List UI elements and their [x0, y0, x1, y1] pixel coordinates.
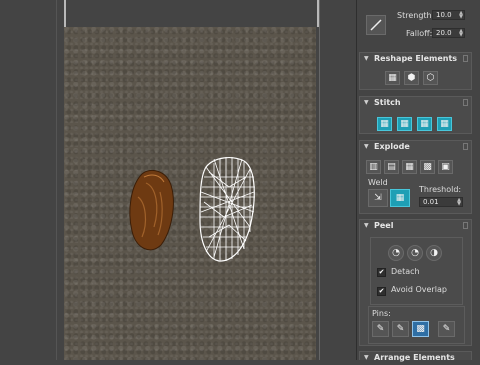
collapse-triangle-icon: ▼ [364, 55, 369, 62]
explode-header[interactable]: ▼ Explode [360, 141, 471, 154]
uv-island-selected[interactable] [199, 157, 255, 262]
relax-until-flat-button[interactable]: ⬢ [404, 71, 419, 85]
stitch-icon: ▦ [420, 119, 429, 129]
flatten-icon: ▤ [387, 162, 396, 172]
arrange-elements-title: Arrange Elements [374, 353, 455, 362]
relax-button[interactable]: ⬡ [423, 71, 438, 85]
peel-header[interactable]: ▼ Peel [360, 220, 471, 233]
command-panel-border [356, 0, 357, 360]
stitch-icon: ▦ [380, 119, 389, 129]
pin-icon: ✎ [442, 324, 451, 334]
stitch-rollout: ▼ Stitch ▦ ▦ ▦ ▦ [359, 96, 472, 134]
rollout-pin-icon [463, 143, 468, 150]
weld-icon: ⇲ [374, 193, 382, 203]
spinner-arrows-icon[interactable]: ▲ ▼ [459, 11, 463, 20]
quick-peel-button[interactable]: ◔ [388, 245, 404, 261]
weld-label: Weld [368, 178, 388, 187]
peel-icon: ◑ [430, 248, 438, 258]
pins-label: Pins: [372, 309, 391, 318]
select-pins-button[interactable]: ✎ [438, 321, 455, 337]
arrange-elements-header[interactable]: ▼ Arrange Elements [360, 352, 471, 365]
auto-pin-moved-button[interactable]: ▩ [412, 321, 429, 337]
falloff-spinner[interactable]: 20.0 ▲ ▼ [432, 28, 465, 38]
reshape-elements-rollout: ▼ Reshape Elements ▦ ⬢ ⬡ [359, 52, 472, 90]
grid-icon: ▦ [388, 73, 397, 83]
strength-value: 10.0 [436, 11, 452, 19]
pin-grid-icon: ▩ [416, 324, 425, 334]
stitch-to-target-button[interactable]: ▦ [377, 117, 392, 131]
reshape-elements-header[interactable]: ▼ Reshape Elements [360, 53, 471, 66]
peel-icon: ◔ [392, 248, 400, 258]
spinner-arrows-icon[interactable]: ▲ ▼ [457, 198, 461, 207]
peel-icon: ◔ [411, 248, 419, 258]
pin-icon: ✎ [396, 324, 405, 334]
flatten-by-material-id-button[interactable]: ▩ [420, 160, 435, 174]
cube-icon: ⬡ [426, 73, 435, 83]
peel-rollout: ▼ Peel ◔ ◔ ◑ ✔ Detach ✔ Avoid Overlap Pin… [359, 219, 472, 346]
avoid-overlap-label: Avoid Overlap [391, 285, 447, 294]
weld-all-selected-button[interactable]: ▦ [390, 189, 410, 207]
pin-selected-button[interactable]: ✎ [372, 321, 389, 337]
collapse-triangle-icon: ▼ [364, 222, 369, 229]
weld-selected-button[interactable]: ⇲ [368, 189, 388, 207]
pin-icon: ✎ [376, 324, 385, 334]
rollout-pin-icon [463, 222, 468, 229]
cube-icon: ⬢ [407, 73, 416, 83]
viewport-divider-right [319, 0, 320, 360]
detach-checkbox[interactable]: ✔ [377, 268, 386, 277]
flatten-by-polygon-angle-button[interactable]: ▤ [384, 160, 399, 174]
strength-label: Strength: [397, 11, 435, 20]
stitch-icon: ▦ [400, 119, 409, 129]
uv-islands-layer [129, 157, 255, 262]
threshold-spinner[interactable]: 0.01 ▲ ▼ [419, 197, 463, 207]
arrange-elements-rollout: ▼ Arrange Elements [359, 351, 472, 362]
texture-frame-edges [64, 0, 319, 27]
falloff-label: Falloff: [406, 29, 433, 38]
strength-spinner[interactable]: 10.0 ▲ ▼ [432, 10, 465, 20]
uv-island-unselected[interactable] [129, 169, 174, 251]
stitch-icon: ▦ [440, 119, 449, 129]
stitch-custom-button[interactable]: ▦ [437, 117, 452, 131]
stitch-title: Stitch [374, 98, 401, 107]
reshape-elements-title: Reshape Elements [374, 54, 458, 63]
unpin-button[interactable]: ✎ [392, 321, 409, 337]
collapse-triangle-icon: ▼ [364, 99, 369, 106]
stitch-to-average-button[interactable]: ▦ [397, 117, 412, 131]
viewport-divider-left [56, 0, 57, 360]
stitch-to-source-button[interactable]: ▦ [417, 117, 432, 131]
avoid-overlap-checkbox[interactable]: ✔ [377, 287, 386, 296]
spinner-arrows-icon[interactable]: ▲ ▼ [459, 29, 463, 38]
rollout-pin-icon [463, 55, 468, 62]
weld-icon: ▦ [395, 193, 405, 203]
soft-selection-curve-button[interactable] [366, 15, 386, 35]
flatten-by-smoothing-group-button[interactable]: ▦ [402, 160, 417, 174]
threshold-value: 0.01 [423, 198, 439, 206]
texture-map-background [64, 27, 316, 360]
break-icon: ▥ [369, 162, 378, 172]
peel-title: Peel [374, 221, 394, 230]
flatten-icon: ▦ [405, 162, 414, 172]
peel-mode-button[interactable]: ◔ [407, 245, 423, 261]
break-button[interactable]: ▥ [366, 160, 381, 174]
reset-peel-button[interactable]: ◑ [426, 245, 442, 261]
diagonal-line-icon [370, 19, 382, 31]
straighten-selection-button[interactable]: ▦ [385, 71, 400, 85]
threshold-label: Threshold: [419, 185, 462, 194]
explode-title: Explode [374, 142, 410, 151]
collapse-triangle-icon: ▼ [364, 143, 369, 150]
detach-label: Detach [391, 267, 420, 276]
falloff-value: 20.0 [436, 29, 452, 37]
grid-icon: ▣ [441, 162, 450, 172]
flatten-button[interactable]: ▣ [438, 160, 453, 174]
explode-rollout: ▼ Explode ▥ ▤ ▦ ▩ ▣ Weld ⇲ ▦ Threshold: 0… [359, 140, 472, 214]
checker-icon: ▩ [423, 162, 432, 172]
stitch-header[interactable]: ▼ Stitch [360, 97, 471, 110]
rollout-pin-icon [463, 99, 468, 106]
